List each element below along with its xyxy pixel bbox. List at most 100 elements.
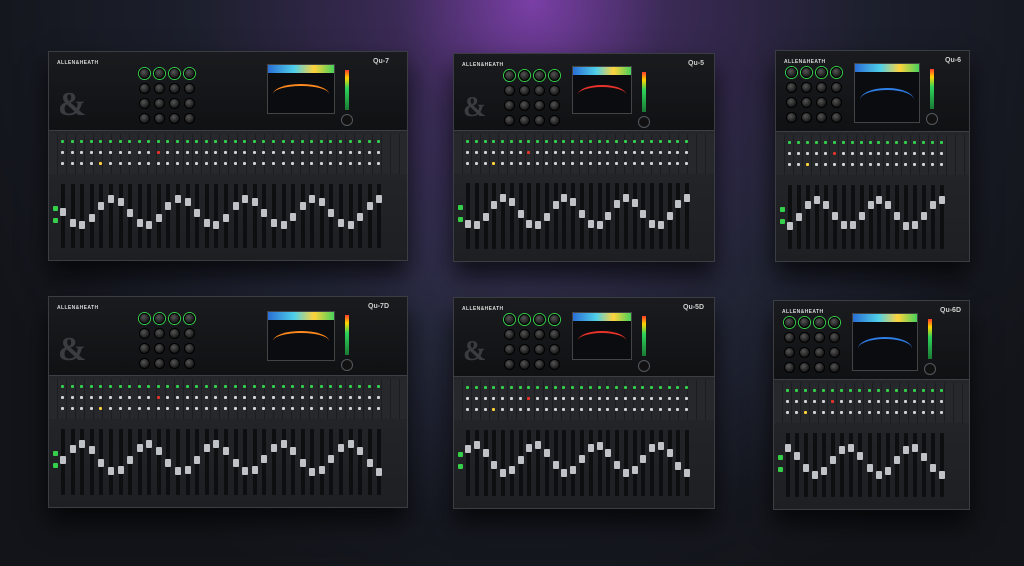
- channel-button[interactable]: [233, 140, 237, 143]
- fader-cap[interactable]: [921, 212, 928, 220]
- channel-button[interactable]: [685, 408, 689, 411]
- processing-knob[interactable]: [831, 97, 842, 108]
- channel-button[interactable]: [339, 385, 343, 388]
- fader-cap[interactable]: [885, 201, 892, 209]
- channel-fader[interactable]: [875, 433, 882, 497]
- channel-button[interactable]: [562, 408, 566, 411]
- channel-fader[interactable]: [561, 183, 568, 249]
- channel-button[interactable]: [788, 163, 791, 166]
- channel-button[interactable]: [128, 140, 132, 143]
- fader-cap[interactable]: [552, 201, 559, 209]
- channel-button[interactable]: [650, 140, 654, 143]
- fader-cap[interactable]: [839, 446, 846, 454]
- channel-button[interactable]: [204, 151, 208, 154]
- channel-fader[interactable]: [830, 433, 837, 497]
- channel-button[interactable]: [339, 407, 343, 410]
- channel-fader[interactable]: [261, 429, 268, 495]
- channel-button[interactable]: [650, 386, 654, 389]
- channel-button[interactable]: [930, 411, 934, 414]
- channel-button[interactable]: [562, 151, 566, 154]
- processing-knob[interactable]: [504, 70, 515, 81]
- channel-button[interactable]: [553, 151, 557, 154]
- fader-cap[interactable]: [223, 447, 229, 455]
- layer-button[interactable]: [458, 452, 463, 457]
- channel-button[interactable]: [859, 141, 863, 144]
- channel-button[interactable]: [474, 140, 478, 143]
- fader-cap[interactable]: [830, 456, 837, 464]
- fader-cap[interactable]: [232, 459, 239, 467]
- fader-cap[interactable]: [465, 445, 471, 453]
- channel-button[interactable]: [536, 162, 540, 165]
- channel-button[interactable]: [185, 140, 189, 143]
- processing-knob[interactable]: [549, 329, 560, 340]
- channel-fader[interactable]: [822, 185, 829, 249]
- channel-button[interactable]: [252, 162, 256, 165]
- channel-button[interactable]: [588, 386, 592, 389]
- channel-button[interactable]: [233, 396, 237, 399]
- processing-knob[interactable]: [184, 328, 195, 339]
- fader-cap[interactable]: [500, 194, 507, 202]
- channel-button[interactable]: [176, 396, 180, 399]
- fader-cap[interactable]: [795, 213, 802, 221]
- channel-button[interactable]: [509, 162, 513, 165]
- channel-button[interactable]: [588, 162, 592, 165]
- channel-fader[interactable]: [146, 429, 153, 495]
- channel-button[interactable]: [367, 385, 371, 388]
- channel-fader[interactable]: [290, 184, 297, 248]
- channel-fader[interactable]: [242, 429, 249, 495]
- channel-button[interactable]: [185, 385, 189, 388]
- channel-button[interactable]: [544, 397, 548, 400]
- channel-button[interactable]: [885, 389, 889, 392]
- channel-button[interactable]: [571, 151, 575, 154]
- channel-fader[interactable]: [79, 429, 86, 495]
- channel-fader[interactable]: [666, 430, 673, 496]
- channel-button[interactable]: [147, 396, 151, 399]
- channel-fader[interactable]: [184, 184, 191, 248]
- channel-button[interactable]: [615, 151, 619, 154]
- channel-button[interactable]: [849, 389, 853, 392]
- channel-fader[interactable]: [596, 183, 603, 249]
- fader-cap[interactable]: [831, 212, 838, 220]
- touch-screen[interactable]: [852, 313, 918, 371]
- channel-button[interactable]: [339, 140, 343, 143]
- channel-button[interactable]: [536, 386, 540, 389]
- channel-button[interactable]: [61, 162, 64, 165]
- fader-cap[interactable]: [194, 209, 201, 217]
- fader-cap[interactable]: [79, 440, 86, 448]
- channel-fader[interactable]: [640, 430, 647, 496]
- channel-fader[interactable]: [570, 430, 577, 496]
- channel-button[interactable]: [291, 396, 295, 399]
- fader-cap[interactable]: [347, 221, 354, 229]
- channel-button[interactable]: [329, 151, 333, 154]
- processing-knob[interactable]: [549, 314, 560, 325]
- channel-button[interactable]: [348, 162, 352, 165]
- channel-fader[interactable]: [500, 183, 507, 249]
- processing-knob[interactable]: [154, 68, 165, 79]
- fader-cap[interactable]: [893, 456, 900, 464]
- channel-fader[interactable]: [155, 184, 162, 248]
- channel-button[interactable]: [921, 389, 925, 392]
- channel-button[interactable]: [176, 407, 180, 410]
- channel-button[interactable]: [822, 411, 826, 414]
- channel-button[interactable]: [536, 408, 540, 411]
- channel-fader[interactable]: [79, 184, 86, 248]
- channel-button[interactable]: [319, 162, 323, 165]
- channel-button[interactable]: [89, 407, 93, 410]
- channel-button[interactable]: [813, 400, 817, 403]
- channel-button[interactable]: [641, 140, 645, 143]
- channel-fader[interactable]: [543, 430, 550, 496]
- channel-button[interactable]: [262, 140, 266, 143]
- processing-knob[interactable]: [169, 98, 180, 109]
- channel-fader[interactable]: [894, 185, 901, 249]
- channel-button[interactable]: [492, 151, 496, 154]
- channel-button[interactable]: [553, 408, 557, 411]
- processing-knob[interactable]: [139, 98, 150, 109]
- channel-button[interactable]: [377, 140, 381, 143]
- channel-button[interactable]: [840, 411, 844, 414]
- processing-knob[interactable]: [154, 343, 165, 354]
- channel-button[interactable]: [632, 397, 636, 400]
- layer-button[interactable]: [458, 464, 463, 469]
- processing-knob[interactable]: [154, 358, 165, 369]
- channel-button[interactable]: [658, 151, 662, 154]
- fader-cap[interactable]: [813, 196, 820, 204]
